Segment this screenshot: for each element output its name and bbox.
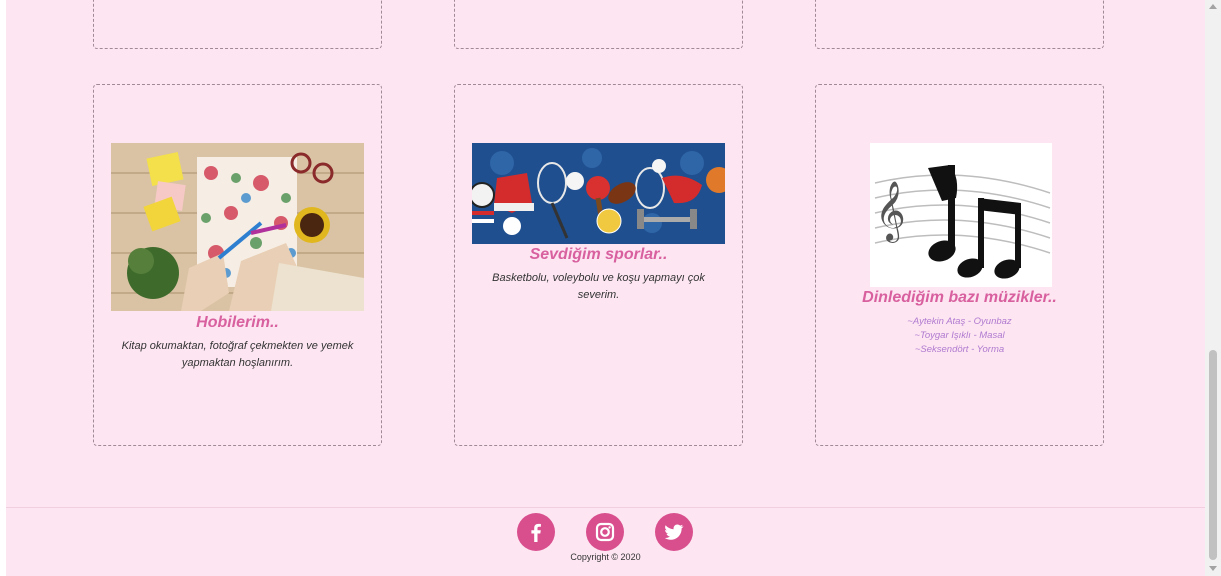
scroll-down-icon[interactable]	[1209, 566, 1217, 571]
card-top-1	[93, 0, 382, 49]
vertical-scrollbar[interactable]	[1205, 0, 1221, 576]
music-image: 𝄞	[870, 143, 1052, 287]
twitter-icon	[664, 524, 684, 540]
sports-title: Sevdiğim sporlar..	[529, 246, 668, 263]
hobbies-image	[111, 143, 364, 311]
hobbies-description: Kitap okumaktan, fotoğraf çekmekten ve y…	[121, 340, 354, 369]
song-item: ~Aytekin Ataş - Oyunbaz	[907, 316, 1012, 327]
song-item: ~Toygar Işıklı - Masal	[914, 330, 1005, 341]
instagram-icon	[595, 522, 615, 542]
card-top-3	[815, 0, 1104, 49]
scroll-up-icon[interactable]	[1209, 4, 1217, 9]
card-top-2	[454, 0, 743, 49]
twitter-link[interactable]	[655, 513, 693, 551]
sports-image	[472, 143, 725, 244]
hobbies-card: Hobilerim.. Kitap okumaktan, fotoğraf çe…	[93, 84, 382, 446]
music-card: 𝄞 Dinlediğim bazı müzikler.. ~Aytekin At…	[815, 84, 1104, 446]
scrollbar-thumb[interactable]	[1209, 350, 1217, 560]
svg-text:𝄞: 𝄞	[875, 181, 906, 243]
sports-card: Sevdiğim sporlar.. Basketbolu, voleybolu…	[454, 84, 743, 446]
footer-divider	[6, 507, 1205, 508]
sports-description: Basketbolu, voleybolu ve koşu yapmayı ço…	[492, 272, 705, 301]
copyright-text: Copyright © 2020	[570, 552, 641, 562]
page-background: Hobilerim.. Kitap okumaktan, fotoğraf çe…	[6, 0, 1205, 576]
song-item: ~Seksendört - Yorma	[914, 344, 1005, 355]
song-list: ~Aytekin Ataş - Oyunbaz ~Toygar Işıklı -…	[816, 315, 1103, 357]
facebook-link[interactable]	[517, 513, 555, 551]
facebook-icon	[531, 523, 541, 542]
instagram-link[interactable]	[586, 513, 624, 551]
music-title: Dinlediğim bazı müzikler..	[862, 289, 1057, 306]
hobbies-title: Hobilerim..	[196, 314, 279, 331]
